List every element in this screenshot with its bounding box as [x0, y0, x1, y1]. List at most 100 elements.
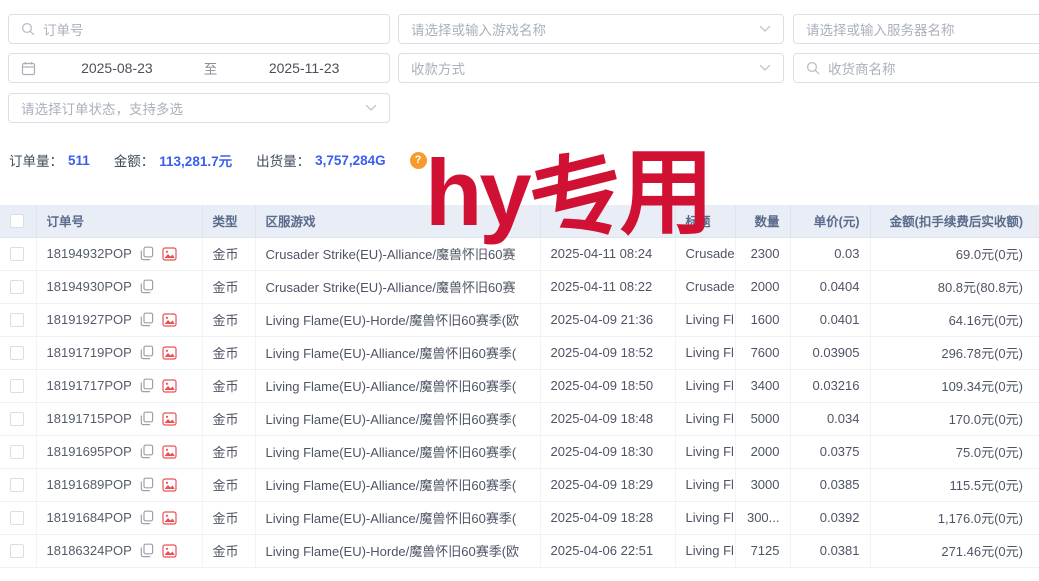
row-checkbox[interactable]: [10, 379, 24, 393]
table-row: 18191719POP 金币 Living Flame(EU)-Alliance…: [0, 336, 1039, 369]
amount-cell: 115.5元(0元): [870, 468, 1039, 501]
type-cell: 金币: [202, 237, 255, 270]
row-checkbox[interactable]: [10, 247, 24, 261]
column-header-order_id: 订单号: [36, 205, 202, 237]
region-game-cell: Living Flame(EU)-Alliance/魔兽怀旧60赛季(: [255, 369, 540, 402]
order-id: 18194932POP: [47, 246, 132, 261]
image-icon[interactable]: [162, 247, 177, 261]
search-icon: [806, 61, 820, 75]
server-name-placeholder: 请选择或输入服务器名称: [806, 19, 1039, 39]
order-id-cell: 18194930POP: [36, 270, 202, 303]
image-icon[interactable]: [162, 412, 177, 426]
image-icon[interactable]: [162, 478, 177, 492]
stat-order-count-value: 511: [68, 153, 90, 168]
receiver-name-input[interactable]: 收货商名称: [793, 53, 1039, 83]
search-icon: [21, 22, 35, 36]
payment-method-placeholder: 收款方式: [411, 58, 751, 78]
title-cell: Crusade: [675, 270, 735, 303]
date-range-picker[interactable]: 2025-08-23 至 2025-11-23: [8, 53, 390, 83]
order-time-label: 2025-04-11 08:24: [551, 246, 653, 261]
unit-price-cell: 0.03905: [790, 336, 870, 369]
order-id: 18191689POP: [47, 477, 132, 492]
image-icon[interactable]: [162, 445, 177, 459]
order-time-cell: 2025-04-09 18:48: [540, 402, 675, 435]
title-cell: Crusade: [675, 237, 735, 270]
type-label: 金币: [213, 346, 239, 361]
copy-icon[interactable]: [140, 345, 154, 360]
order-status-select[interactable]: 请选择订单状态，支持多选: [8, 93, 390, 123]
row-select-cell: [0, 336, 36, 369]
receiver-name-placeholder: 收货商名称: [828, 58, 1039, 78]
table-row: 18194932POP 金币 Crusader Strike(EU)-Allia…: [0, 237, 1039, 270]
copy-icon[interactable]: [140, 378, 154, 393]
order-id: 18191684POP: [47, 510, 132, 525]
row-checkbox[interactable]: [10, 445, 24, 459]
row-checkbox[interactable]: [10, 478, 24, 492]
row-checkbox[interactable]: [10, 412, 24, 426]
quantity-cell: 3000: [735, 468, 790, 501]
row-checkbox[interactable]: [10, 346, 24, 360]
game-name-select[interactable]: 请选择或输入游戏名称: [398, 14, 784, 44]
order-id-cell: 18191717POP: [36, 369, 202, 402]
region-game-label: Living Flame(EU)-Alliance/魔兽怀旧60赛季(: [266, 478, 517, 493]
table-row: 18191927POP 金币 Living Flame(EU)-Horde/魔兽…: [0, 303, 1039, 336]
row-select-cell: [0, 369, 36, 402]
order-id: 18194930POP: [47, 279, 132, 294]
order-time-cell: 2025-04-11 08:22: [540, 270, 675, 303]
amount-cell: 1,176.0元(0元): [870, 501, 1039, 534]
row-checkbox[interactable]: [10, 313, 24, 327]
unit-price-cell: 0.0381: [790, 534, 870, 567]
table-row: 18191717POP 金币 Living Flame(EU)-Alliance…: [0, 369, 1039, 402]
image-icon[interactable]: [162, 313, 177, 327]
image-icon[interactable]: [162, 544, 177, 558]
title-label: Crusade: [686, 246, 735, 261]
copy-icon[interactable]: [140, 444, 154, 459]
stat-order-count-label: 订单量：: [9, 150, 63, 170]
date-end[interactable]: 2025-11-23: [231, 60, 377, 76]
row-select-cell: [0, 237, 36, 270]
select-all-checkbox[interactable]: [10, 214, 24, 228]
unit-price-cell: 0.0385: [790, 468, 870, 501]
region-game-label: Living Flame(EU)-Alliance/魔兽怀旧60赛季(: [266, 511, 517, 526]
server-name-select[interactable]: 请选择或输入服务器名称: [793, 14, 1039, 44]
orders-table-wrap: 订单号类型区服游戏标题数量单价(元)金额(扣手续费后实收额) 18194932P…: [0, 205, 1039, 568]
row-checkbox[interactable]: [10, 280, 24, 294]
type-cell: 金币: [202, 468, 255, 501]
quantity-cell: 3400: [735, 369, 790, 402]
title-label: Living Fl: [686, 312, 734, 327]
copy-icon[interactable]: [140, 543, 154, 558]
order-id-cell: 18191684POP: [36, 501, 202, 534]
copy-icon[interactable]: [140, 312, 154, 327]
region-game-label: Living Flame(EU)-Alliance/魔兽怀旧60赛季(: [266, 379, 517, 394]
row-checkbox[interactable]: [10, 511, 24, 525]
copy-icon[interactable]: [140, 279, 154, 294]
order-no-input[interactable]: 订单号: [8, 14, 390, 44]
region-game-label: Living Flame(EU)-Alliance/魔兽怀旧60赛季(: [266, 346, 517, 361]
column-header-title: 标题: [675, 205, 735, 237]
order-id: 18191695POP: [47, 444, 132, 459]
copy-icon[interactable]: [140, 246, 154, 261]
amount-cell: 109.34元(0元): [870, 369, 1039, 402]
calendar-icon: [21, 61, 36, 76]
title-cell: Living Fl: [675, 468, 735, 501]
order-time-label: 2025-04-09 18:50: [551, 378, 654, 393]
unit-price-cell: 0.03: [790, 237, 870, 270]
amount-cell: 69.0元(0元): [870, 237, 1039, 270]
image-icon[interactable]: [162, 346, 177, 360]
order-status-placeholder: 请选择订单状态，支持多选: [21, 98, 357, 118]
image-icon[interactable]: [162, 379, 177, 393]
amount-cell: 296.78元(0元): [870, 336, 1039, 369]
copy-icon[interactable]: [140, 411, 154, 426]
copy-icon[interactable]: [140, 477, 154, 492]
payment-method-select[interactable]: 收款方式: [398, 53, 784, 83]
title-cell: Living Fl: [675, 336, 735, 369]
row-checkbox[interactable]: [10, 544, 24, 558]
row-select-cell: [0, 402, 36, 435]
date-start[interactable]: 2025-08-23: [44, 60, 190, 76]
copy-icon[interactable]: [140, 510, 154, 525]
help-icon[interactable]: ?: [410, 152, 427, 169]
table-row: 18191715POP 金币 Living Flame(EU)-Alliance…: [0, 402, 1039, 435]
stat-order-count: 订单量： 511: [9, 150, 90, 170]
quantity-cell: 2300: [735, 237, 790, 270]
image-icon[interactable]: [162, 511, 177, 525]
